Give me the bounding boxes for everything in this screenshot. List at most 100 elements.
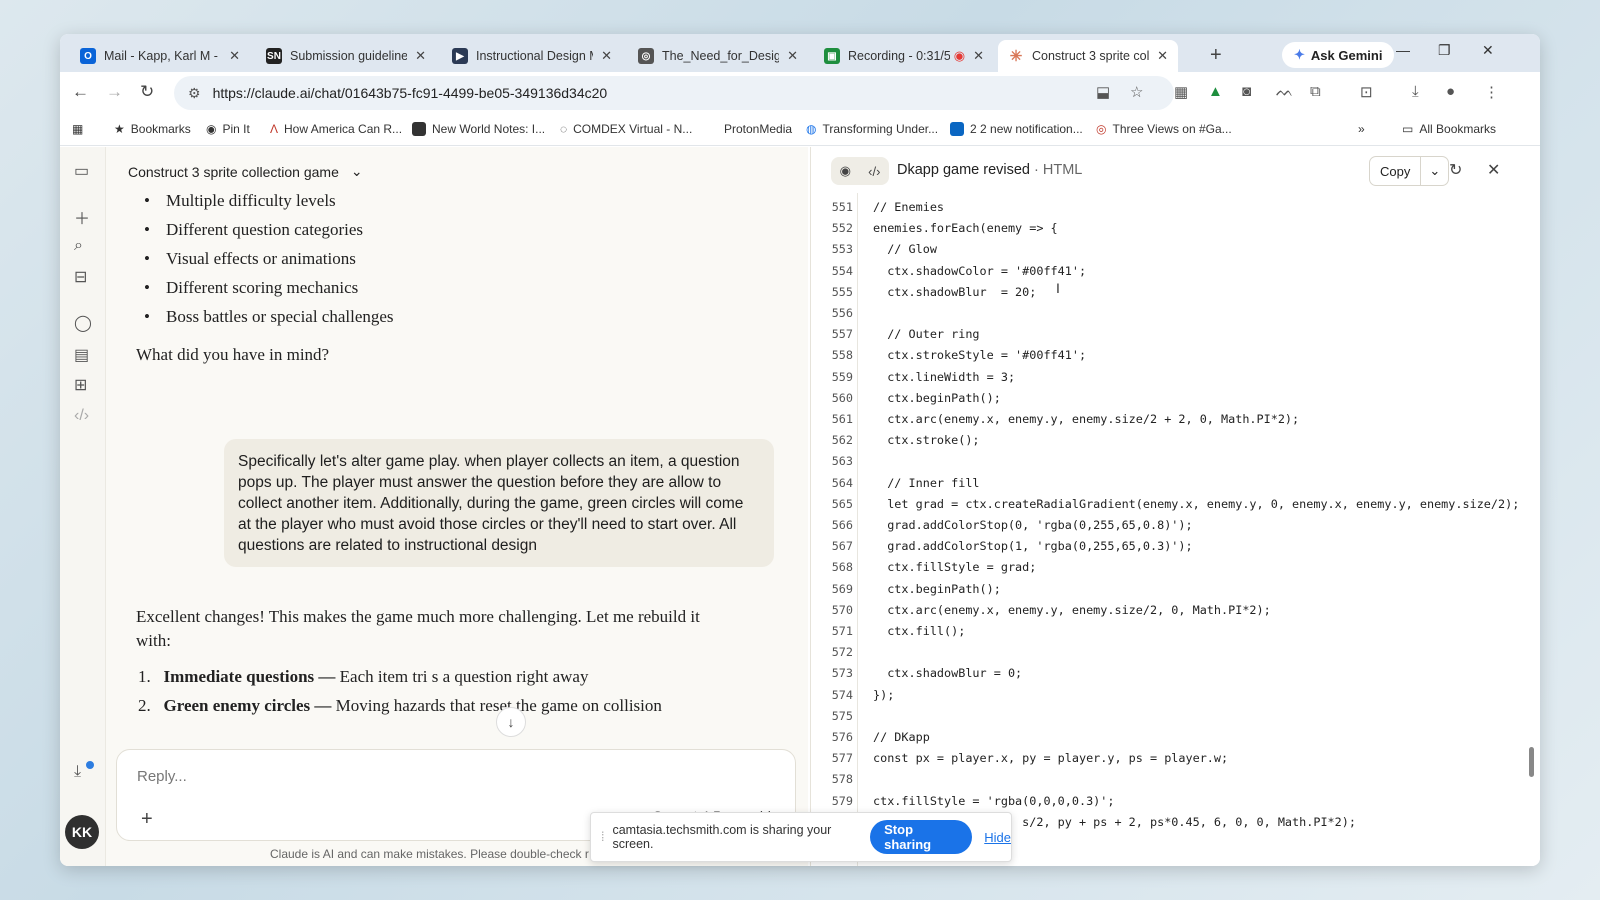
- extension-1-icon[interactable]: ▦: [1174, 83, 1188, 101]
- search-icon[interactable]: ⌕: [74, 237, 83, 255]
- menu-icon[interactable]: ⋮: [1484, 83, 1499, 101]
- code-view-icon[interactable]: ‹/›: [868, 164, 880, 179]
- copy-button[interactable]: Copy ⌄: [1369, 156, 1450, 186]
- code-scrollbar[interactable]: [1529, 747, 1534, 777]
- tab-construct3[interactable]: ✳ Construct 3 sprite colle ✕: [998, 40, 1178, 72]
- sidebar-toggle-icon[interactable]: ▭: [74, 161, 89, 181]
- apps-icon[interactable]: ⊞: [74, 375, 87, 395]
- tab-title: Submission guidelines |: [290, 49, 408, 63]
- artifact-header: ◉ ‹/› Dkapp game revised · HTML Copy ⌄ ↻…: [811, 147, 1540, 193]
- reply-input[interactable]: Reply...: [137, 768, 187, 785]
- disclaimer: Claude is AI and can make mistakes. Plea…: [270, 847, 589, 861]
- extensions-puzzle-icon[interactable]: ⧉: [1310, 83, 1321, 100]
- more-bookmarks-icon[interactable]: »: [1358, 122, 1365, 136]
- close-icon[interactable]: ✕: [1157, 48, 1168, 64]
- star-icon[interactable]: ☆: [1130, 83, 1143, 101]
- close-artifact-icon[interactable]: ✕: [1487, 160, 1500, 180]
- code-icon[interactable]: ‹/›: [74, 407, 89, 425]
- line-number: 566: [831, 518, 853, 532]
- code-text: ctx.shadowBlur = 0;: [873, 666, 1023, 681]
- profile-icon[interactable]: ●: [1446, 83, 1455, 100]
- line-number: 576: [831, 730, 853, 744]
- chats-icon[interactable]: ◯: [74, 313, 92, 333]
- add-attachment-icon[interactable]: +: [141, 808, 153, 831]
- address-bar[interactable]: ⚙ https://claude.ai/chat/01643b75-fc91-4…: [174, 76, 1174, 110]
- view-toggle[interactable]: ◉ ‹/›: [831, 157, 889, 185]
- notification-dot: [86, 761, 94, 769]
- close-icon[interactable]: ✕: [601, 48, 612, 64]
- close-icon[interactable]: ✕: [229, 48, 240, 64]
- extension-3-icon[interactable]: ᨓ: [1276, 83, 1294, 100]
- globe-icon: ◎: [638, 48, 654, 64]
- bookmark-label: 2 2 new notification...: [970, 122, 1083, 136]
- bookmark-item[interactable]: Λ How America Can R...: [270, 122, 402, 136]
- tab-submission[interactable]: SN Submission guidelines | ✕: [256, 40, 436, 72]
- stop-sharing-button[interactable]: Stop sharing: [870, 820, 973, 854]
- site-settings-icon[interactable]: ⚙: [188, 85, 201, 102]
- close-icon[interactable]: ✕: [973, 48, 984, 64]
- code-text: ctx.stroke();: [873, 433, 980, 448]
- list-item: Multiple difficulty levels: [136, 191, 394, 220]
- bookmark-item[interactable]: ◎ Three Views on #Ga...: [1096, 122, 1232, 136]
- bookmark-label: Three Views on #Ga...: [1112, 122, 1232, 136]
- refresh-icon[interactable]: ↻: [1449, 160, 1462, 180]
- line-number: 557: [831, 327, 853, 342]
- line-number: 553: [831, 242, 853, 257]
- tab-title: Mail - Kapp, Karl M - O: [104, 49, 222, 63]
- tab-instructional-design[interactable]: ▶ Instructional Design M ✕: [442, 40, 622, 72]
- minimize-icon[interactable]: —: [1396, 42, 1410, 58]
- bookmark-item[interactable]: ProtonMedia: [724, 122, 792, 136]
- forward-icon[interactable]: →: [106, 82, 123, 102]
- apps-icon[interactable]: ▦: [72, 122, 83, 136]
- reload-icon[interactable]: ↻: [140, 82, 154, 102]
- star-icon: ★: [114, 122, 125, 136]
- projects-icon[interactable]: ⊟: [74, 267, 87, 287]
- download-icon[interactable]: ⤓: [1412, 83, 1419, 100]
- line-number: 579: [831, 793, 853, 808]
- bookmark-item[interactable]: ◌ COMDEX Virtual - N...: [560, 122, 692, 136]
- tab-recording[interactable]: ▣ Recording - 0:31/5: ◉ ✕: [814, 40, 994, 72]
- list-item: Boss battles or special challenges: [136, 307, 394, 336]
- scroll-down-button[interactable]: ↓: [496, 707, 526, 737]
- outlook-icon: O: [80, 48, 96, 64]
- install-icon[interactable]: ⬓: [1096, 83, 1110, 101]
- chat-title-button[interactable]: Construct 3 sprite collection game ⌄: [128, 163, 363, 180]
- code-text: ctx.shadowColor = '#00ff41';: [873, 263, 1087, 278]
- all-bookmarks[interactable]: ▭ All Bookmarks: [1402, 122, 1496, 136]
- bookmark-item[interactable]: ◍ Transforming Under...: [806, 122, 938, 136]
- bookmark-item[interactable]: ★ Bookmarks: [114, 122, 191, 136]
- preview-eye-icon[interactable]: ◉: [840, 163, 851, 179]
- extension-2-icon[interactable]: ◙: [1242, 83, 1251, 100]
- gemini-icon: ✦: [1294, 47, 1305, 62]
- tab-mail[interactable]: O Mail - Kapp, Karl M - O ✕: [70, 40, 250, 72]
- window-close-icon[interactable]: ✕: [1482, 42, 1494, 59]
- back-icon[interactable]: ←: [72, 82, 89, 102]
- line-number: 565: [831, 496, 853, 511]
- artifacts-icon[interactable]: ▤: [74, 345, 89, 365]
- drag-handle-icon[interactable]: ⁞: [601, 830, 604, 844]
- bookmark-label: New World Notes: I...: [432, 122, 546, 136]
- bookmark-item[interactable]: 2 2 new notification...: [950, 122, 1083, 136]
- restore-icon[interactable]: ❐: [1438, 42, 1451, 59]
- new-tab-button[interactable]: +: [1210, 44, 1222, 67]
- new-chat-icon[interactable]: ＋: [74, 205, 90, 229]
- search-tabs-icon[interactable]: ⊡: [1360, 83, 1373, 101]
- chevron-down-icon[interactable]: ⌄: [1420, 157, 1448, 185]
- list-item: 2. Green enemy circles — Moving hazards …: [138, 696, 662, 715]
- bookmark-item[interactable]: New World Notes: I...: [412, 122, 545, 136]
- line-number: 571: [831, 624, 853, 638]
- avatar[interactable]: KK: [65, 815, 99, 849]
- drive-icon[interactable]: ▲: [1208, 83, 1223, 100]
- code-text: ctx.arc(enemy.x, enemy.y, enemy.size/2 +…: [873, 412, 1300, 426]
- hide-link[interactable]: Hide: [984, 830, 1011, 845]
- tab-need-for-design[interactable]: ◎ The_Need_for_Design_ ✕: [628, 40, 808, 72]
- ask-gemini-button[interactable]: ✦ Ask Gemini: [1282, 42, 1395, 68]
- tab-title: Construct 3 sprite colle: [1032, 49, 1150, 63]
- bookmark-item[interactable]: ◉ Pin It: [206, 122, 250, 136]
- close-icon[interactable]: ✕: [415, 48, 426, 64]
- pinterest-icon: ◉: [206, 122, 217, 136]
- download-app-icon[interactable]: ⤓: [74, 763, 81, 781]
- close-icon[interactable]: ✕: [787, 48, 798, 64]
- code-view: 551 // Enemies 552 enemies.forEach(enemy =>…: [811, 193, 1540, 866]
- line-number: 575: [831, 708, 853, 723]
